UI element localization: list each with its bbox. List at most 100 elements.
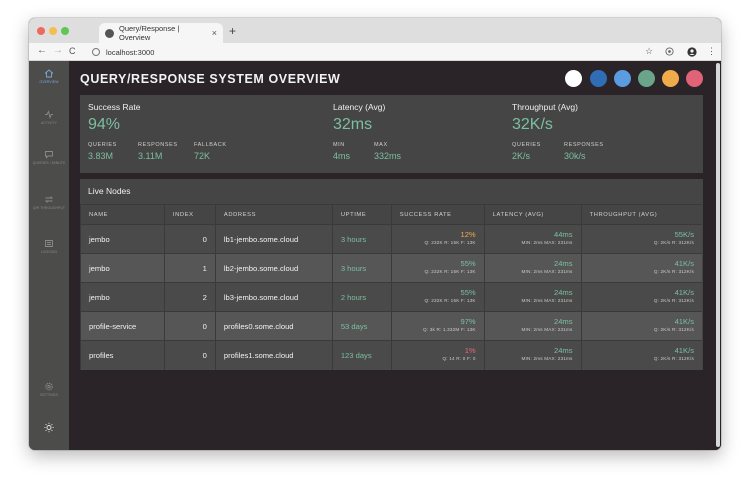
back-button[interactable]: ←	[37, 45, 47, 56]
theme-swatch-orange[interactable]	[662, 70, 679, 87]
globe-icon	[105, 28, 114, 38]
sidebar-item-queries[interactable]: QUERIES / MINUTE	[29, 150, 69, 165]
main-content: QUERY/RESPONSE SYSTEM OVERVIEW Success R…	[69, 61, 721, 450]
node-throughput: 41K/s Q: 2K/s R: 312K/s	[580, 253, 702, 283]
column-header-success-rate[interactable]: SUCCESS RATE	[390, 204, 485, 225]
throughput-value: 41K/s	[674, 259, 694, 268]
column-header-address[interactable]: ADDRESS	[214, 204, 333, 225]
theme-swatch-dark-blue[interactable]	[590, 70, 607, 87]
node-index: 0	[163, 340, 216, 370]
column-header-uptime[interactable]: UPTIME	[331, 204, 392, 225]
extension-icon[interactable]	[665, 47, 674, 56]
success-rate-detail: Q: 232K R: 15K F: 13K	[424, 240, 476, 245]
sub-metric-label: QUERIES	[512, 142, 541, 148]
node-success-rate: 55% Q: 232K R: 15K F: 13K	[390, 282, 485, 312]
column-header-index[interactable]: INDEX	[163, 204, 216, 225]
theme-swatch-pink[interactable]	[686, 70, 703, 87]
node-name: jembo	[80, 253, 165, 283]
profile-icon[interactable]	[687, 47, 697, 57]
node-name: profiles	[80, 340, 165, 370]
success-rate-value: 97%	[460, 317, 476, 326]
list-icon	[45, 240, 53, 247]
sub-metric-label: MAX	[374, 142, 388, 148]
sub-metric-value: 30k/s	[564, 151, 586, 161]
node-success-rate: 1% Q: 14 R: 0 F: 0	[390, 340, 485, 370]
node-latency: 24ms MIN: 2ms MAX: 231ms	[483, 340, 582, 370]
sub-metric-value: 332ms	[374, 151, 402, 161]
sidebar-item-activity[interactable]: ACTIVITY	[29, 110, 69, 125]
info-icon	[92, 48, 100, 56]
theme-swatch-light-blue[interactable]	[614, 70, 631, 87]
node-address: lb3-jembo.some.cloud	[214, 282, 333, 312]
browser-menu-icon[interactable]: ⋮	[707, 46, 716, 57]
theme-swatch-white[interactable]	[565, 70, 582, 87]
table-header-row: NAME INDEX ADDRESS UPTIME SUCCESS RATE L…	[80, 204, 702, 225]
minimize-window-button[interactable]	[49, 27, 57, 35]
forward-button[interactable]: →	[53, 45, 63, 56]
live-nodes-panel: Live Nodes NAME INDEX ADDRESS UPTIME SUC…	[80, 179, 703, 370]
tab-close-button[interactable]: ×	[212, 28, 217, 38]
metric-label: Throughput (Avg)	[512, 102, 578, 112]
sidebar-item-logging[interactable]: LOGGING	[29, 239, 69, 254]
column-header-latency[interactable]: LATENCY (AVG)	[483, 204, 582, 225]
table-row[interactable]: profiles 0 profiles1.some.cloud 123 days…	[80, 340, 702, 370]
sidebar-item-throughput[interactable]: Q/R THROUGHPUT	[29, 195, 69, 210]
node-index: 0	[163, 311, 216, 341]
sub-metric-label: MIN	[333, 142, 345, 148]
table-row[interactable]: jembo 1 lb2-jembo.some.cloud 3 hours 55%…	[80, 253, 702, 283]
node-index: 1	[163, 253, 216, 283]
browser-tab[interactable]: Query/Response | Overview ×	[99, 23, 223, 43]
theme-toggle-button[interactable]	[29, 422, 69, 435]
node-throughput: 41K/s Q: 2K/s R: 312K/s	[580, 340, 702, 370]
sidebar: OVERVIEW ACTIVITY QUERIES / MINUTE Q/R T…	[29, 61, 69, 450]
node-address: lb1-jembo.some.cloud	[214, 224, 333, 254]
gear-icon	[45, 382, 53, 391]
column-header-name[interactable]: NAME	[80, 204, 165, 225]
bookmark-star-icon[interactable]: ☆	[645, 46, 653, 57]
address-bar[interactable]: localhost:3000	[87, 45, 647, 59]
tab-title: Query/Response | Overview	[119, 24, 180, 42]
success-rate-detail: Q: 232K R: 15K F: 13K	[424, 269, 476, 274]
node-index: 0	[163, 224, 216, 254]
throughput-detail: Q: 2K/s R: 312K/s	[653, 327, 694, 332]
throughput-value: 55K/s	[674, 230, 694, 239]
sub-metric-value: 4ms	[333, 151, 351, 161]
chat-icon	[45, 151, 53, 159]
url-text: localhost:3000	[106, 47, 155, 57]
sidebar-item-overview[interactable]: OVERVIEW	[29, 69, 69, 84]
node-throughput: 41K/s Q: 2K/s R: 312K/s	[580, 311, 702, 341]
latency-value: 44ms	[553, 230, 573, 239]
theme-swatch-green[interactable]	[638, 70, 655, 87]
latency-value: 24ms	[553, 259, 573, 268]
sidebar-item-settings[interactable]: SETTINGS	[29, 382, 69, 397]
node-address: profiles0.some.cloud	[214, 311, 333, 341]
throughput-detail: Q: 2K/s R: 312K/s	[653, 240, 694, 245]
metric-label: Latency (Avg)	[333, 102, 386, 112]
new-tab-button[interactable]: +	[229, 24, 236, 38]
throughput-value: 41K/s	[674, 317, 694, 326]
scrollbar[interactable]	[716, 63, 720, 447]
success-rate-detail: Q: 3k R: 1.332M F: 13K	[423, 327, 476, 332]
table-row[interactable]: profile-service 0 profiles0.some.cloud 5…	[80, 311, 702, 341]
node-success-rate: 97% Q: 3k R: 1.332M F: 13K	[390, 311, 485, 341]
table-row[interactable]: jembo 0 lb1-jembo.some.cloud 3 hours 12%…	[80, 224, 702, 254]
metric-value: 94%	[88, 116, 121, 133]
latency-detail: MIN: 2ms MAX: 231ms	[521, 240, 573, 245]
metric-value: 32ms	[333, 116, 373, 133]
success-rate-value: 1%	[464, 346, 476, 356]
column-header-throughput[interactable]: THROUGHPUT (AVG)	[580, 204, 702, 225]
page-title: QUERY/RESPONSE SYSTEM OVERVIEW	[80, 72, 341, 86]
sub-metric-value: 3.11M	[138, 151, 163, 161]
node-uptime: 53 days	[331, 311, 392, 341]
reload-button[interactable]: C	[69, 46, 76, 56]
node-latency: 24ms MIN: 2ms MAX: 231ms	[483, 282, 582, 312]
latency-detail: MIN: 2ms MAX: 231ms	[521, 269, 573, 274]
table-row[interactable]: jembo 2 lb3-jembo.some.cloud 2 hours 55%…	[80, 282, 702, 312]
success-rate-detail: Q: 232K R: 15K F: 13K	[424, 298, 476, 303]
throughput-detail: Q: 2K/s R: 312K/s	[653, 269, 694, 274]
node-name: jembo	[80, 282, 165, 312]
node-uptime: 3 hours	[331, 224, 392, 254]
maximize-window-button[interactable]	[61, 27, 69, 35]
sun-icon	[44, 422, 54, 433]
close-window-button[interactable]	[37, 27, 45, 35]
